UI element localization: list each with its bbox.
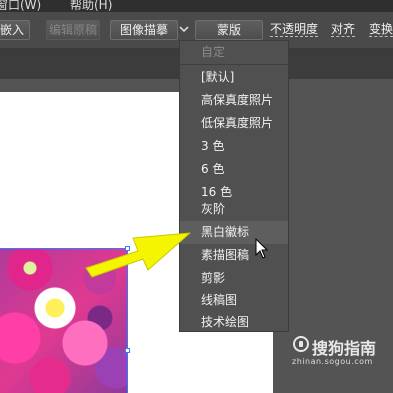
watermark-brand: 搜狗指南 — [312, 339, 377, 358]
watermark: 搜狗指南 zhinan.sogou.com — [292, 333, 392, 373]
mouse-pointer-icon — [255, 238, 269, 259]
watermark-url: zhinan.sogou.com — [292, 357, 373, 366]
sogou-logo-icon — [293, 336, 309, 352]
